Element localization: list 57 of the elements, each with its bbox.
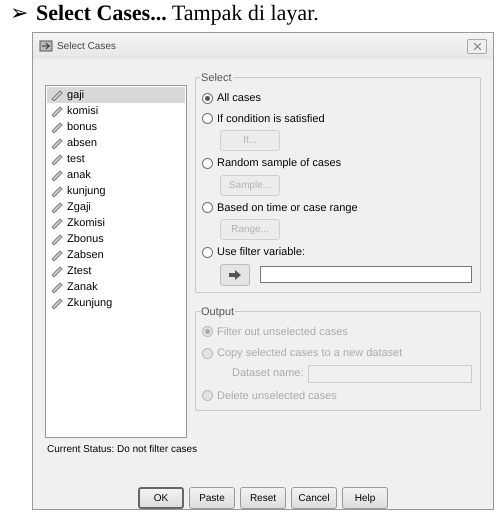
variable-item[interactable]: Ztest bbox=[47, 263, 185, 279]
heading-text: Select Cases... Tampak di layar. bbox=[36, 0, 319, 26]
ruler-icon bbox=[51, 297, 63, 309]
variable-item[interactable]: Zabsen bbox=[47, 247, 185, 263]
ruler-icon bbox=[51, 233, 63, 245]
variable-item[interactable]: komisi bbox=[47, 103, 185, 119]
option-label: Use filter variable: bbox=[217, 245, 306, 260]
radio-button[interactable] bbox=[202, 158, 213, 169]
variable-item[interactable]: kunjung bbox=[47, 183, 185, 199]
option-label: Filter out unselected cases bbox=[217, 324, 348, 340]
ruler-icon bbox=[51, 153, 63, 165]
field-label: Dataset name: bbox=[232, 366, 304, 382]
variable-item[interactable]: Zkomisi bbox=[47, 215, 185, 231]
ruler-icon bbox=[51, 265, 63, 277]
variable-item[interactable]: gaji bbox=[47, 87, 185, 103]
close-button[interactable] bbox=[467, 38, 487, 54]
arrow-bullet: ➢ bbox=[10, 0, 28, 26]
option-label: Copy selected cases to a new dataset bbox=[217, 346, 402, 361]
option-label: Based on time or case range bbox=[217, 200, 358, 216]
ruler-icon bbox=[51, 137, 63, 149]
ruler-icon bbox=[51, 121, 63, 133]
ruler-icon bbox=[51, 201, 63, 213]
window-title: Select Cases bbox=[57, 40, 116, 54]
ruler-icon bbox=[51, 185, 63, 197]
close-icon bbox=[474, 42, 480, 50]
variable-item[interactable]: anak bbox=[47, 167, 185, 183]
ruler-icon bbox=[51, 169, 63, 181]
dialog-button[interactable]: Cancel bbox=[291, 487, 337, 509]
variable-item[interactable]: absen bbox=[47, 135, 185, 151]
option-label: If condition is satisfied bbox=[217, 112, 325, 126]
dialog-button[interactable]: OK bbox=[138, 487, 184, 509]
dialog-button[interactable]: Help bbox=[342, 487, 388, 509]
ruler-icon bbox=[51, 89, 63, 101]
radio-button[interactable] bbox=[202, 202, 213, 214]
option-label: Random sample of cases bbox=[217, 156, 342, 171]
filter-variable-field[interactable] bbox=[260, 266, 472, 283]
variable-item[interactable]: test bbox=[47, 151, 185, 167]
option-label: All cases bbox=[217, 91, 262, 106]
ruler-icon bbox=[51, 249, 63, 261]
dialog-button[interactable]: Paste bbox=[189, 487, 235, 509]
variable-item[interactable]: bonus bbox=[47, 119, 185, 135]
variable-item[interactable]: Zgaji bbox=[47, 199, 185, 215]
move-button[interactable] bbox=[220, 264, 250, 286]
variable-item[interactable]: Zbonus bbox=[47, 231, 185, 247]
dialog-button[interactable]: Reset bbox=[240, 487, 286, 509]
radio-button[interactable] bbox=[202, 92, 213, 104]
variable-item[interactable]: Zanak bbox=[47, 279, 185, 295]
ruler-icon bbox=[51, 281, 63, 293]
ruler-icon bbox=[51, 105, 63, 117]
radio-button[interactable] bbox=[202, 246, 213, 258]
variable-item[interactable]: Zkunjung bbox=[47, 295, 185, 311]
ruler-icon bbox=[51, 217, 63, 229]
arrow-icon bbox=[229, 270, 241, 280]
dialog-icon bbox=[39, 39, 53, 53]
status-text: Current Status: Do not filter cases bbox=[46, 443, 198, 457]
radio-button[interactable] bbox=[202, 113, 213, 124]
option-label: Delete unselected cases bbox=[217, 388, 337, 404]
